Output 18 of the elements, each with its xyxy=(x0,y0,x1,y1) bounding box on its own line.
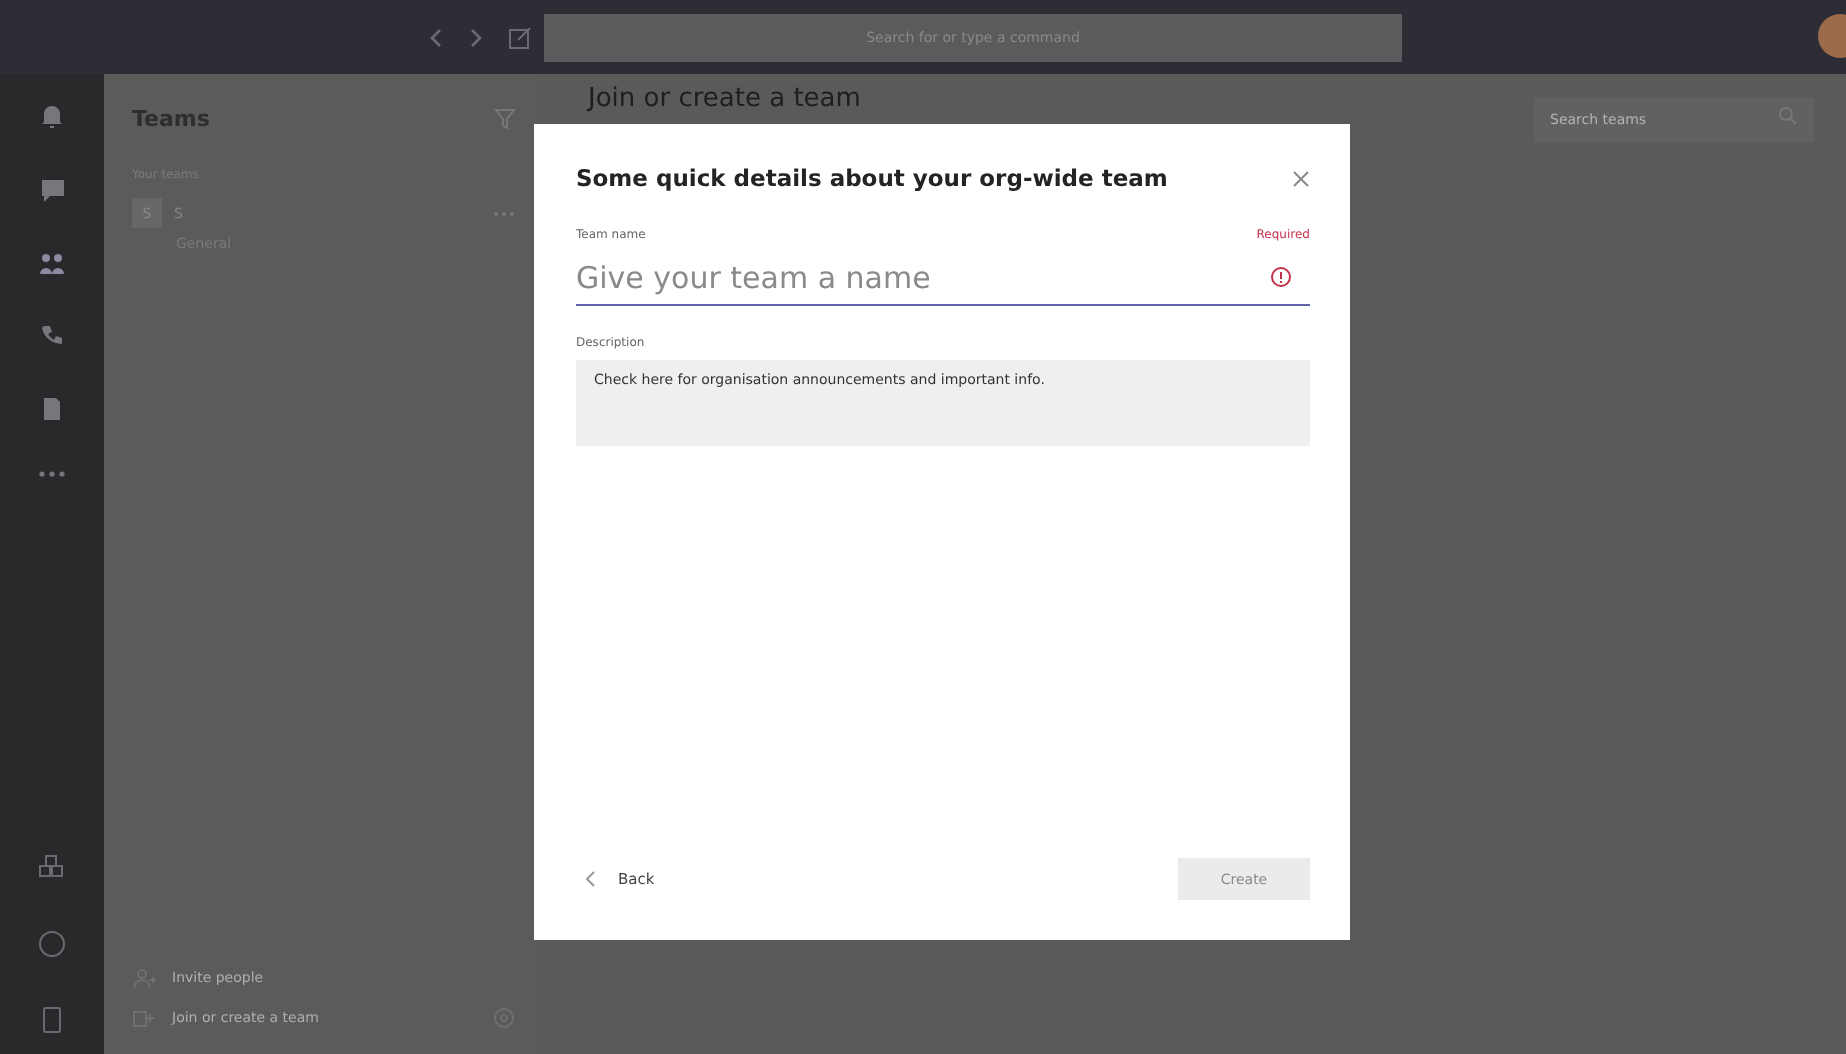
chevron-icon xyxy=(584,870,596,888)
compose-icon[interactable] xyxy=(508,25,532,49)
mobile-icon[interactable] xyxy=(42,1006,62,1034)
people-icon[interactable] xyxy=(38,252,66,276)
info-icon xyxy=(1270,266,1292,288)
close-icon[interactable] xyxy=(1292,169,1310,187)
team-name-field[interactable]: Give your team a name xyxy=(576,250,1310,306)
page-title: Join or create a team xyxy=(588,84,861,116)
apps-icon[interactable] xyxy=(38,854,66,882)
bell-icon[interactable] xyxy=(40,102,64,130)
more-icon[interactable] xyxy=(38,470,66,478)
dialog-title: Some quick details about your org-wide team xyxy=(576,164,1168,192)
filter-icon[interactable] xyxy=(494,108,516,130)
search-icon xyxy=(1778,106,1798,126)
file-icon[interactable] xyxy=(42,396,62,422)
phone-icon[interactable] xyxy=(40,324,64,348)
help-icon[interactable] xyxy=(38,930,66,958)
chat-icon[interactable] xyxy=(39,178,65,204)
